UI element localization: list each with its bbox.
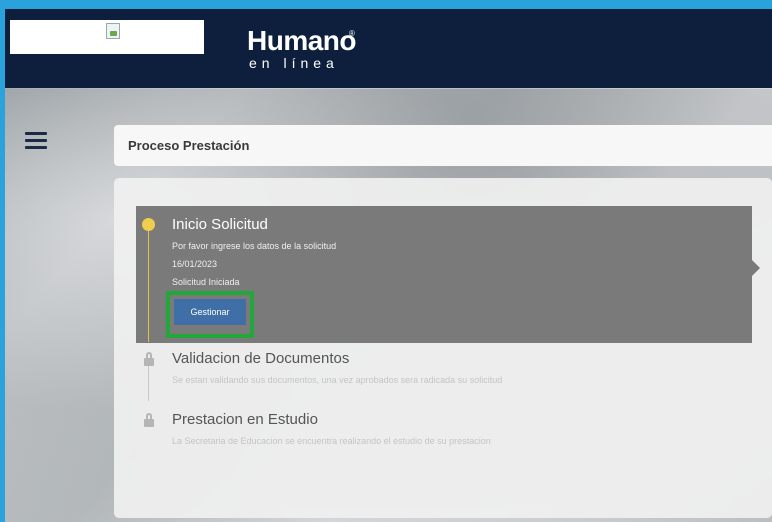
step-description: La Secretaria de Educacion se encuentra … bbox=[172, 436, 491, 446]
top-header: Humano ® en línea bbox=[5, 9, 772, 88]
brand-subtitle: en línea bbox=[249, 55, 339, 71]
timeline-connector bbox=[148, 224, 149, 342]
logo-image-placeholder bbox=[10, 20, 204, 54]
process-panel: Inicio Solicitud Por favor ingrese los d… bbox=[114, 178, 772, 518]
gestionar-button[interactable]: Gestionar bbox=[174, 299, 246, 325]
step-date: 16/01/2023 bbox=[172, 259, 218, 269]
timeline-container: Inicio Solicitud Por favor ingrese los d… bbox=[136, 206, 760, 506]
app-frame: Humano ® en línea Proceso Prestación Ini… bbox=[5, 9, 772, 522]
registered-mark: ® bbox=[349, 29, 355, 38]
brand-name: Humano bbox=[247, 25, 357, 56]
timeline-step-active: Inicio Solicitud Por favor ingrese los d… bbox=[136, 206, 760, 343]
lock-icon bbox=[144, 352, 154, 366]
lock-icon bbox=[144, 413, 154, 427]
step-description: Por favor ingrese los datos de la solici… bbox=[172, 241, 337, 251]
step-title-estudio: Prestacion en Estudio bbox=[172, 411, 318, 428]
active-step-arrow bbox=[752, 260, 760, 276]
step-title-validacion: Validacion de Documentos bbox=[172, 350, 350, 367]
step-status: Solicitud Iniciada bbox=[172, 277, 240, 287]
timeline-connector bbox=[148, 361, 149, 401]
page-title: Proceso Prestación bbox=[128, 138, 250, 153]
process-header-bar: Proceso Prestación bbox=[114, 125, 772, 166]
step-description: Se estan validando sus documentos, una v… bbox=[172, 375, 503, 385]
broken-image-icon bbox=[106, 23, 120, 39]
hamburger-menu-icon[interactable] bbox=[25, 132, 47, 150]
active-step-dot-icon bbox=[142, 218, 155, 231]
step-title-inicio: Inicio Solicitud bbox=[172, 216, 268, 233]
brand-logo[interactable]: Humano ® en línea bbox=[247, 25, 357, 72]
